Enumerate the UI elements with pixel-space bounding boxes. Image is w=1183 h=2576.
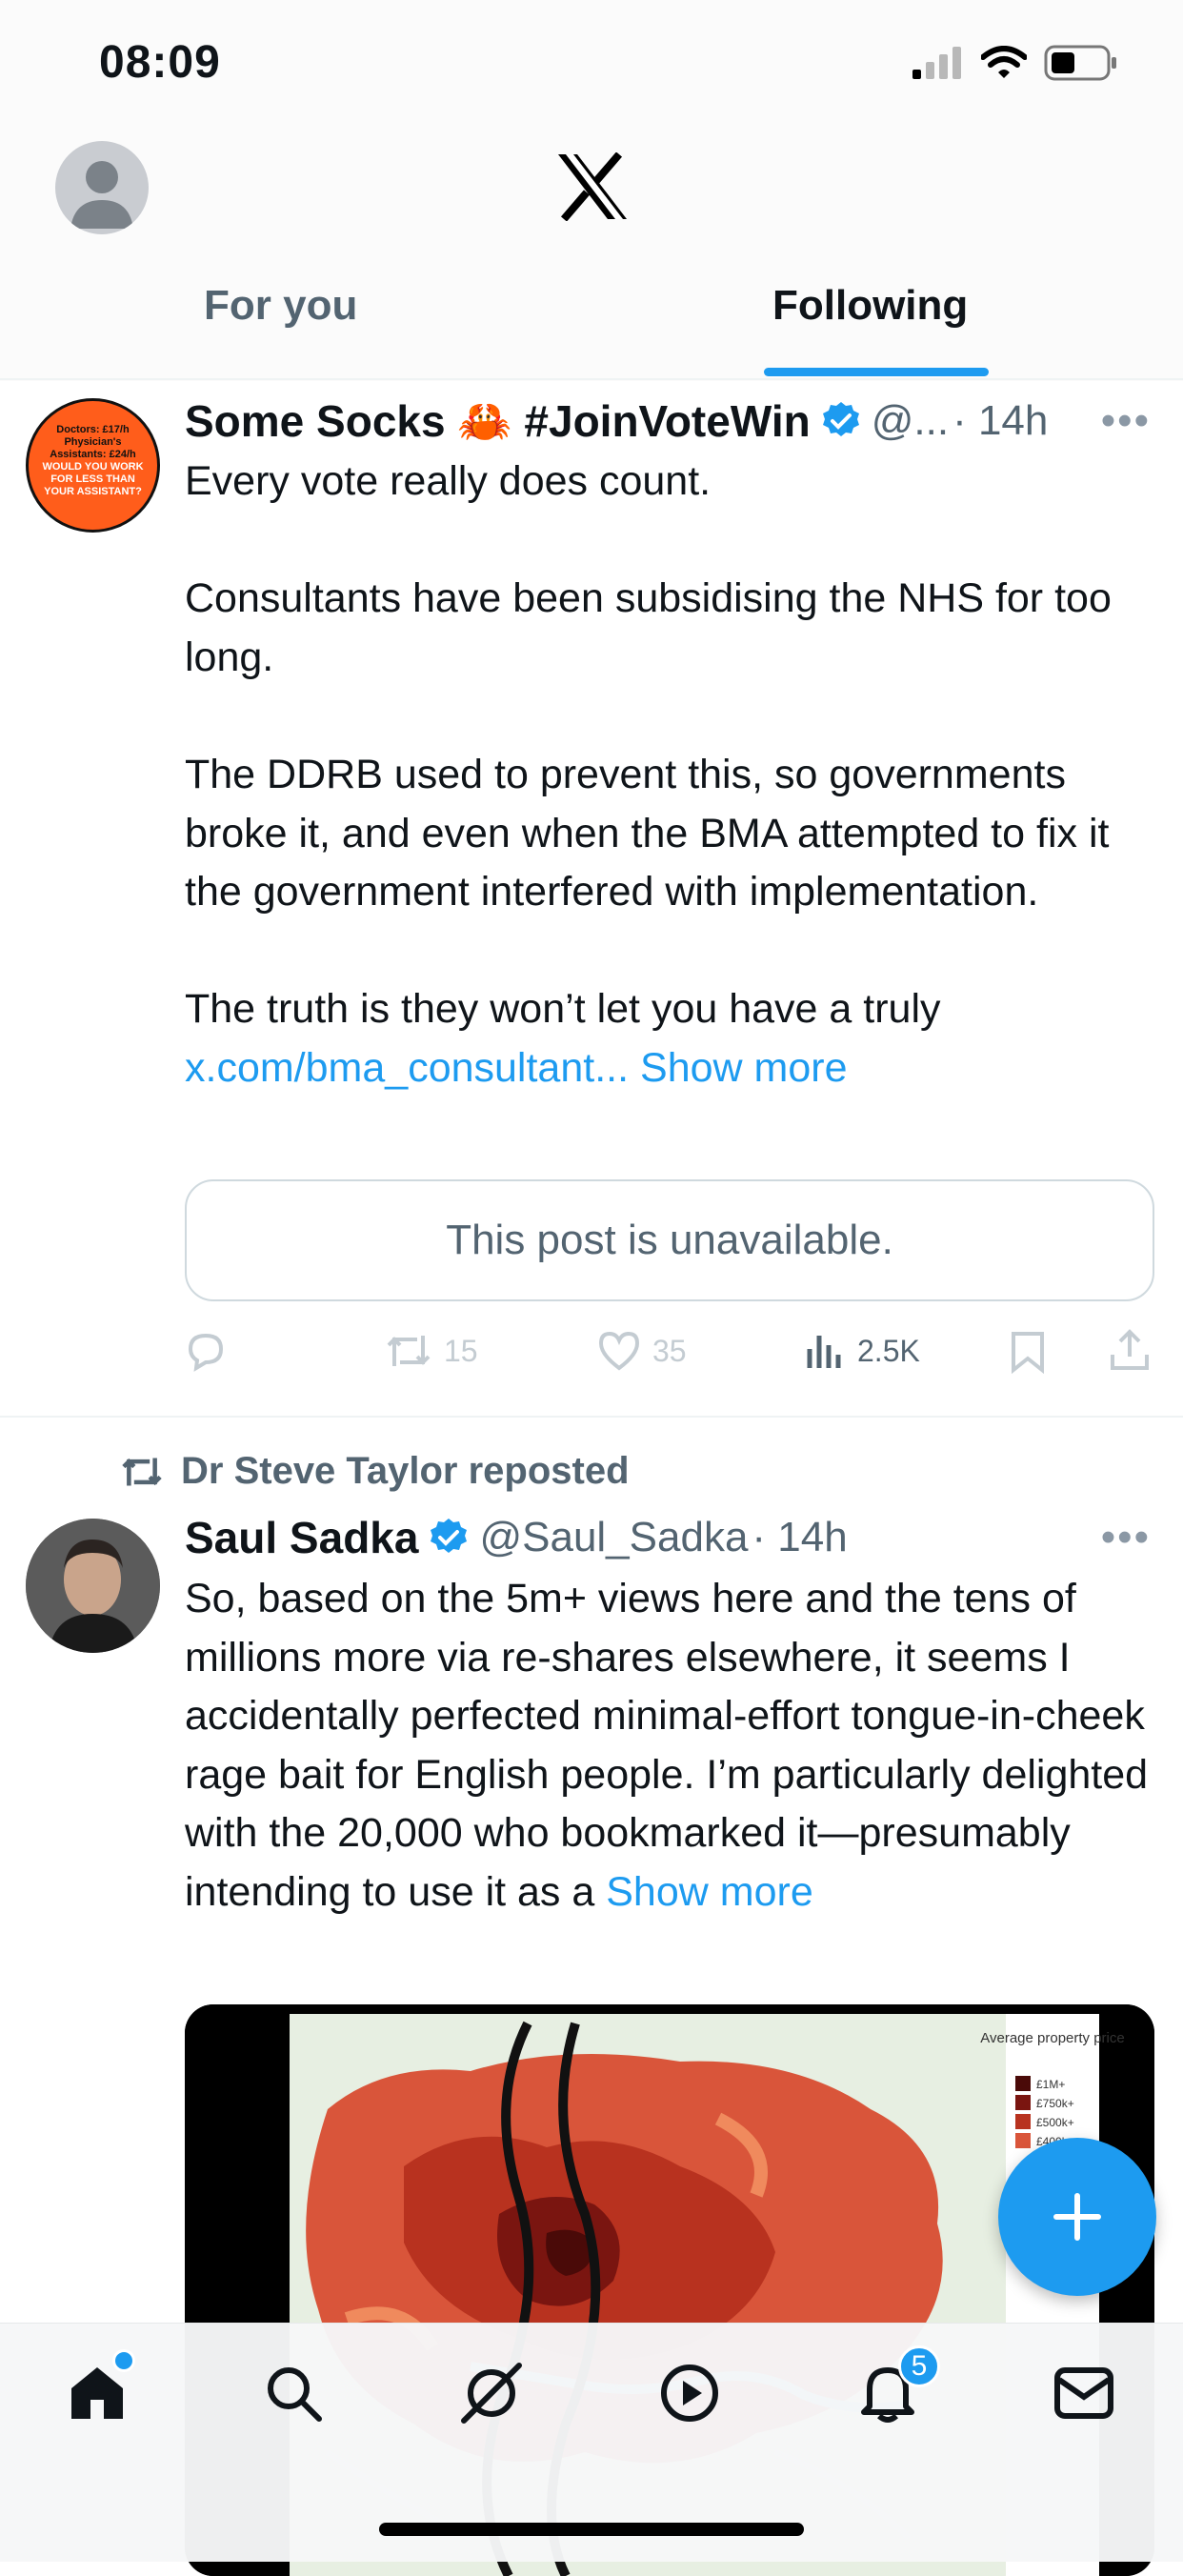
quote-unavailable-text: This post is unavailable.	[446, 1217, 893, 1263]
tab-for-you[interactable]: For you	[204, 282, 357, 330]
quote-post-card[interactable]: This post is unavailable.	[185, 1179, 1154, 1301]
x-logo-icon[interactable]	[556, 152, 629, 221]
repost-indicator[interactable]: Dr Steve Taylor reposted	[120, 1450, 630, 1493]
nav-video[interactable]	[655, 2359, 724, 2427]
home-icon	[71, 2367, 123, 2419]
post-body: Every vote really does count. Consultant…	[185, 458, 1112, 1033]
post-author-avatar[interactable]: Doctors: £17/h Physician's Assistants: £…	[26, 398, 160, 533]
play-icon	[661, 2365, 718, 2422]
retweet-icon	[387, 1336, 431, 1366]
map-legend-title: Average property price	[980, 2030, 1124, 2046]
grok-icon	[461, 2363, 522, 2424]
views-count: 2.5K	[857, 1333, 920, 1368]
avatar-text-line: Doctors: £17/h	[56, 424, 130, 435]
post-time: · 14h	[752, 1514, 848, 1560]
views-button[interactable]: 2.5K	[804, 1330, 920, 1372]
show-more-link[interactable]: Show more	[606, 1869, 812, 1915]
heart-icon	[598, 1331, 640, 1371]
bookmark-icon	[1012, 1332, 1044, 1374]
status-time: 08:09	[99, 37, 221, 88]
wifi-icon	[981, 46, 1027, 78]
avatar-text-line: WOULD YOU WORK	[42, 461, 144, 473]
signal-icon	[912, 47, 961, 79]
plus-icon	[1053, 2193, 1101, 2241]
bookmark-button[interactable]	[1010, 1330, 1046, 1374]
home-indicator	[379, 2523, 804, 2536]
post-text: So, based on the 5m+ views here and the …	[185, 1570, 1166, 1922]
active-tab-indicator	[764, 368, 989, 376]
notifications-badge: 5	[898, 2345, 940, 2387]
avatar-text-line: YOUR ASSISTANT?	[44, 486, 142, 497]
reply-icon	[188, 1333, 224, 1372]
default-avatar-icon	[70, 161, 133, 229]
retweet-button[interactable]: 15	[385, 1330, 478, 1372]
post-author-name[interactable]: Saul Sadka	[185, 1512, 418, 1563]
map-legend-item: £1M+	[1036, 2078, 1065, 2091]
reply-button[interactable]	[185, 1330, 227, 1372]
profile-avatar-button[interactable]	[55, 141, 149, 234]
mail-icon	[1054, 2367, 1113, 2419]
avatar-text-line: Assistants: £24/h	[50, 449, 136, 460]
nav-messages[interactable]	[1050, 2359, 1118, 2427]
verified-badge-icon	[822, 402, 859, 436]
nav-grok[interactable]	[457, 2359, 526, 2427]
compose-post-button[interactable]	[998, 2138, 1156, 2296]
more-options-icon[interactable]: •••	[1101, 1514, 1151, 1561]
map-legend-item: £750k+	[1036, 2097, 1074, 2110]
post-time: · 14h	[952, 397, 1049, 444]
header-divider	[0, 378, 1183, 380]
tab-following[interactable]: Following	[772, 282, 968, 330]
like-count: 35	[652, 1333, 687, 1368]
share-button[interactable]	[1109, 1328, 1151, 1372]
search-icon	[268, 2367, 322, 2422]
avatar-text-line: Physician's	[64, 436, 122, 448]
verified-badge-icon	[431, 1519, 468, 1553]
status-icons	[912, 44, 1118, 82]
post-author-handle[interactable]: @...	[872, 397, 949, 445]
battery-icon	[1044, 45, 1116, 81]
reposted-by-text: Dr Steve Taylor reposted	[181, 1450, 630, 1492]
post-divider	[0, 1416, 1183, 1418]
post-body: So, based on the 5m+ views here and the …	[185, 1576, 1160, 1915]
nav-search[interactable]	[259, 2359, 328, 2427]
like-button[interactable]: 35	[597, 1330, 687, 1372]
post-author-avatar[interactable]	[26, 1519, 160, 1653]
avatar-text-line: FOR LESS THAN	[50, 473, 135, 485]
retweet-icon	[122, 1457, 162, 1486]
map-legend-item: £500k+	[1036, 2116, 1074, 2129]
show-more-link[interactable]: Show more	[640, 1045, 847, 1091]
post-link[interactable]: x.com/bma_consultant...	[185, 1045, 629, 1091]
share-icon	[1111, 1329, 1149, 1370]
post-author-name[interactable]: Some Socks 🦀 #JoinVoteWin	[185, 395, 811, 448]
post-actions: 15 35 2.5K	[185, 1324, 1154, 1381]
more-options-icon[interactable]: •••	[1101, 397, 1151, 445]
post-text: Every vote really does count. Consultant…	[185, 453, 1147, 1098]
home-unread-dot	[112, 2349, 135, 2372]
post-author-handle[interactable]: @Saul_Sadka	[479, 1514, 748, 1561]
views-icon	[807, 1336, 841, 1368]
post-header: Some Socks 🦀 #JoinVoteWin @... · 14h •••	[185, 389, 1166, 453]
post-header: Saul Sadka @Saul_Sadka · 14h •••	[185, 1505, 1166, 1570]
author-photo	[26, 1519, 160, 1653]
retweet-count: 15	[444, 1333, 478, 1368]
